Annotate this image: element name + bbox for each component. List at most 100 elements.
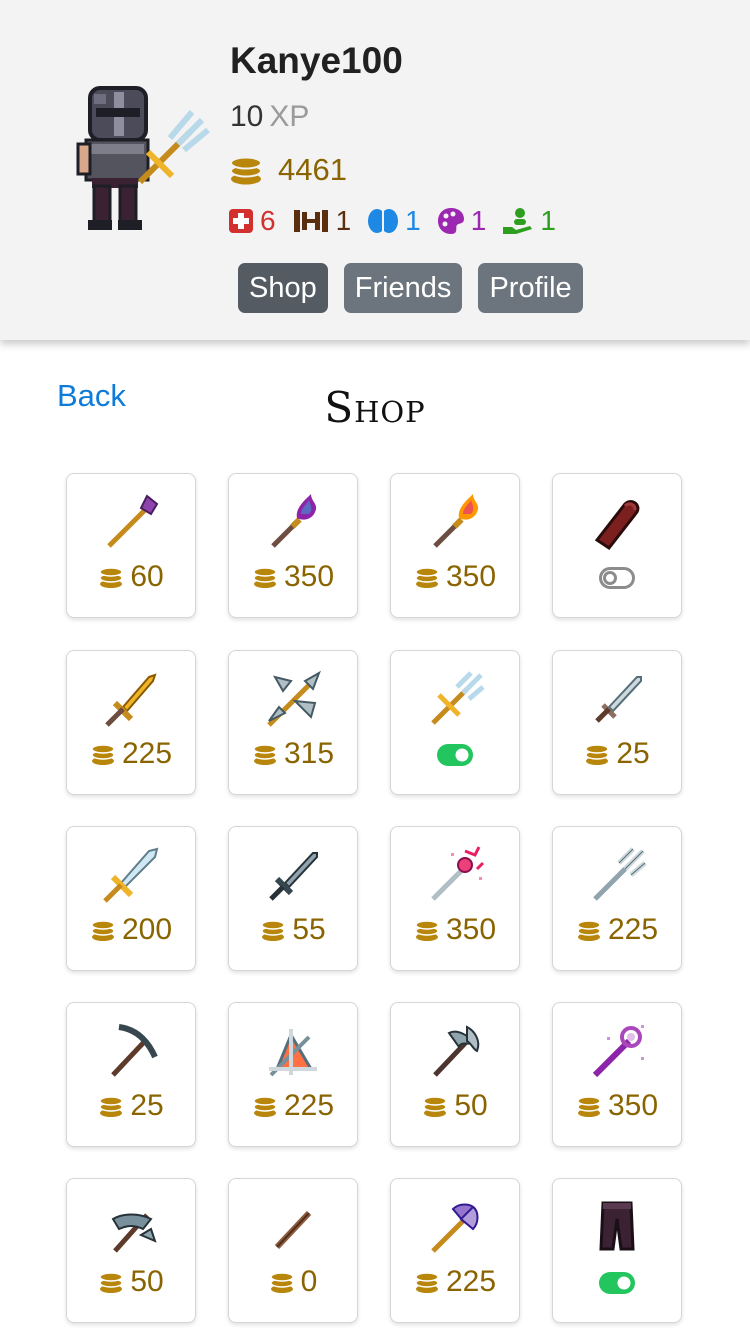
hand-person-icon: [503, 208, 533, 234]
stat-health: 6: [228, 205, 276, 237]
coins-icon: [99, 1096, 124, 1117]
stat-creativity: 1: [437, 205, 486, 237]
shop-item-card[interactable]: 200: [66, 826, 196, 971]
nav-buttons: Shop Friends Profile: [238, 263, 599, 313]
dark-pants-icon: [599, 1201, 635, 1251]
winged-axe-icon: [267, 670, 321, 727]
shop-item-card[interactable]: 225: [390, 1178, 520, 1323]
stat-strength-value: 1: [335, 205, 352, 236]
amethyst-staff-icon: [107, 494, 159, 548]
coins-icon: [253, 744, 277, 765]
shop-item-card[interactable]: 315: [228, 650, 358, 795]
shop-item-card[interactable]: 225: [552, 826, 682, 971]
profile-header: Kanye100 10 XP 4461 6 1 1 1 1 Shop Frien…: [0, 0, 750, 340]
item-price: 25: [130, 1089, 164, 1122]
coins-icon: [577, 920, 601, 941]
shop-item-card[interactable]: 225: [66, 650, 196, 795]
item-price: 200: [121, 913, 173, 946]
toggle-on-icon[interactable]: [437, 744, 473, 766]
shop-item-card[interactable]: [552, 1178, 682, 1323]
crystal-sword-icon: [103, 847, 159, 903]
item-price: 50: [454, 1089, 488, 1122]
item-price: 350: [445, 913, 497, 946]
shop-item-card[interactable]: [390, 650, 520, 795]
stat-social-value: 1: [540, 205, 556, 236]
item-price: 225: [121, 737, 173, 770]
shop-item-card[interactable]: 350: [552, 1002, 682, 1147]
item-price: 55: [292, 913, 326, 946]
xp-display: 10 XP: [230, 100, 309, 134]
item-price: 0: [300, 1265, 318, 1298]
item-price: 50: [130, 1265, 164, 1298]
toggle-off-icon[interactable]: [599, 567, 635, 589]
item-price: 315: [283, 737, 335, 770]
item-price: 60: [130, 560, 164, 593]
coins-icon: [577, 1096, 601, 1117]
stat-strength: 1: [292, 205, 352, 237]
shop-item-card[interactable]: 60: [66, 473, 196, 618]
halberd-icon: [111, 1213, 157, 1253]
coins-icon: [585, 744, 610, 765]
xp-value: 10: [230, 100, 264, 133]
wooden-stick-icon: [274, 1210, 312, 1250]
friends-button[interactable]: Friends: [343, 263, 463, 313]
item-price: 25: [616, 737, 650, 770]
dark-sword-icon: [269, 852, 318, 901]
coins-icon: [230, 156, 262, 185]
silver-trident-icon: [593, 847, 647, 901]
purple-double-axe-icon: [431, 1203, 479, 1253]
profile-button[interactable]: Profile: [478, 263, 583, 313]
item-price: 350: [607, 1089, 659, 1122]
coins-icon: [91, 744, 115, 765]
pickaxe-icon: [111, 1024, 158, 1077]
item-price: 225: [607, 913, 659, 946]
fire-torch-icon: [433, 494, 479, 548]
item-price: 350: [283, 560, 335, 593]
shop-item-card[interactable]: 350: [390, 473, 520, 618]
shop-item-card[interactable]: 225: [228, 1002, 358, 1147]
xp-unit: XP: [269, 100, 310, 133]
coins-icon: [99, 567, 124, 588]
short-sword-icon: [595, 676, 642, 723]
golden-sword-icon: [105, 673, 157, 727]
item-price: 225: [283, 1089, 335, 1122]
coins-icon: [415, 920, 439, 941]
battle-axe-icon: [433, 1025, 480, 1077]
leather-gauntlet-icon: [594, 500, 640, 551]
shop-item-card[interactable]: 350: [390, 826, 520, 971]
pink-magic-staff-icon: [431, 846, 485, 901]
coins-icon: [269, 1272, 294, 1293]
health-cross-icon: [229, 209, 253, 233]
item-price: 350: [445, 560, 497, 593]
toggle-on-icon[interactable]: [599, 1272, 635, 1294]
coin-balance: 4461: [228, 152, 347, 188]
coins-icon: [415, 567, 439, 588]
shop-item-card[interactable]: 0: [228, 1178, 358, 1323]
shop-button[interactable]: Shop: [238, 263, 328, 313]
purple-flame-torch-icon: [271, 494, 317, 548]
item-price: 225: [445, 1265, 497, 1298]
shop-item-card[interactable]: 55: [228, 826, 358, 971]
coins-icon: [91, 920, 115, 941]
username: Kanye100: [230, 40, 403, 81]
shop-item-card[interactable]: [552, 473, 682, 618]
coins-icon: [99, 1272, 124, 1293]
crossbow-icon: [269, 1029, 317, 1077]
coins-icon: [253, 1096, 277, 1117]
shop-item-card[interactable]: 50: [390, 1002, 520, 1147]
coins-icon: [423, 1096, 448, 1117]
palette-icon: [437, 208, 464, 234]
knight-avatar: [76, 86, 210, 230]
shop-item-card[interactable]: 25: [552, 650, 682, 795]
dumbbell-icon: [293, 210, 328, 232]
coins-icon: [415, 1272, 439, 1293]
shop-item-card[interactable]: 50: [66, 1178, 196, 1323]
stat-intellect: 1: [367, 205, 421, 237]
coin-amount: 4461: [278, 152, 347, 187]
brain-icon: [368, 209, 399, 233]
stats-row: 6 1 1 1 1: [228, 205, 572, 237]
shop-item-card[interactable]: 350: [228, 473, 358, 618]
coins-icon: [253, 567, 277, 588]
violet-scepter-icon: [592, 1025, 644, 1078]
shop-item-card[interactable]: 25: [66, 1002, 196, 1147]
